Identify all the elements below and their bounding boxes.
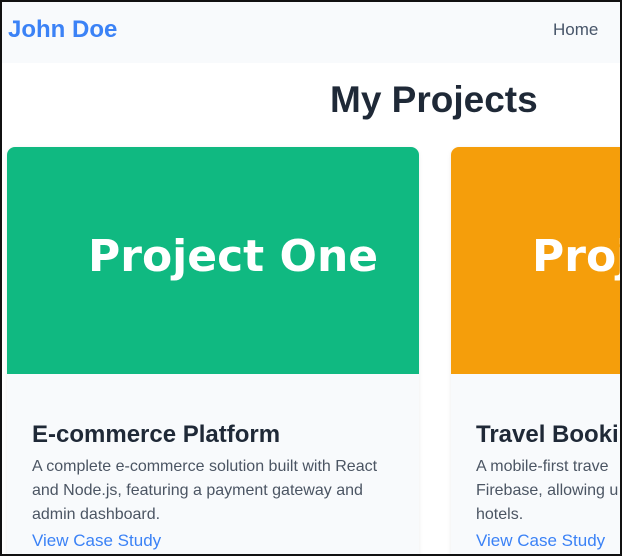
project-card-1-media-label: Project One	[88, 231, 379, 282]
site-header: John Doe Home	[2, 2, 620, 63]
project-card-1[interactable]: Project One E-commerce Platform A comple…	[7, 147, 419, 554]
page-title: My Projects	[330, 78, 538, 120]
project-card-1-title: E-commerce Platform	[32, 420, 281, 448]
project-card-2[interactable]: Proje Travel Booki A mobile-first trave …	[451, 147, 620, 554]
project-card-2-media: Proje	[451, 147, 620, 374]
browser-viewport: John Doe Home My Projects Project One E-…	[0, 0, 622, 556]
nav-home-link[interactable]: Home	[553, 20, 598, 40]
project-card-1-link[interactable]: View Case Study	[32, 531, 161, 551]
project-card-2-description: A mobile-first trave Firebase, allowing …	[476, 458, 619, 523]
project-card-1-description: A complete e-commerce solution built wit…	[32, 458, 378, 523]
project-card-2-link[interactable]: View Case Study	[476, 531, 605, 551]
site-brand[interactable]: John Doe	[8, 16, 117, 44]
project-card-2-title: Travel Booki	[476, 420, 619, 448]
project-card-1-media: Project One	[7, 147, 419, 374]
project-card-2-media-label: Proje	[532, 231, 620, 282]
